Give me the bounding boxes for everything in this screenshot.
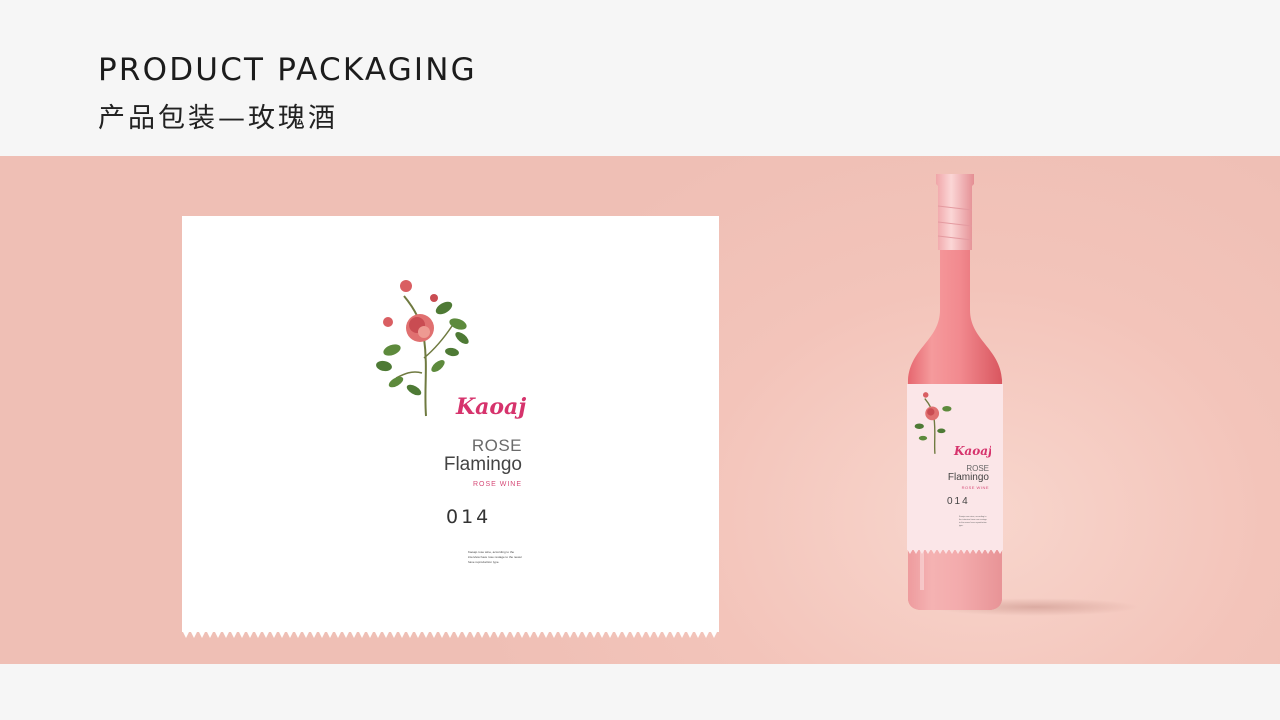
label-flamingo-text: Flamingo (443, 454, 522, 475)
bottle-brand-logo: Kaoajo (953, 444, 991, 458)
label-rose-text: ROSE (471, 436, 522, 455)
label-zigzag-edge (182, 630, 719, 638)
bottle-description: Kaoajo rose wine, according to the inter… (959, 516, 987, 527)
flat-label-artwork: Kaoajo ROSE Flamingo ROSE WINE 014 Kaoaj… (182, 216, 719, 638)
svg-text:Kaoajo: Kaoajo (455, 394, 526, 420)
label-description: Kaoajo rose wine, according to the inter… (468, 550, 523, 564)
header: PRODUCT PACKAGING 产品包装—玫瑰酒 (0, 0, 1280, 156)
bottle-wine-type: ROSE WINE (961, 485, 989, 490)
bottle-rose-illustration (914, 392, 952, 454)
page-title: PRODUCT PACKAGING (98, 52, 477, 88)
bottle-label-zigzag-edge (907, 549, 1003, 554)
label-number: 014 (446, 506, 492, 528)
footer-strip (0, 664, 1280, 720)
page-subtitle: 产品包装—玫瑰酒 (98, 103, 338, 134)
bottle-flamingo-text: Flamingo (947, 472, 989, 483)
svg-text:Kaoajo: Kaoajo (953, 444, 991, 458)
bottle-label: Kaoajo ROSE Flamingo ROSE WINE 014 Kaoaj… (907, 384, 1003, 554)
bottle-number: 014 (947, 496, 970, 507)
brand-logo: Kaoajo (455, 394, 526, 420)
label-wine-type: ROSE WINE (472, 481, 522, 488)
